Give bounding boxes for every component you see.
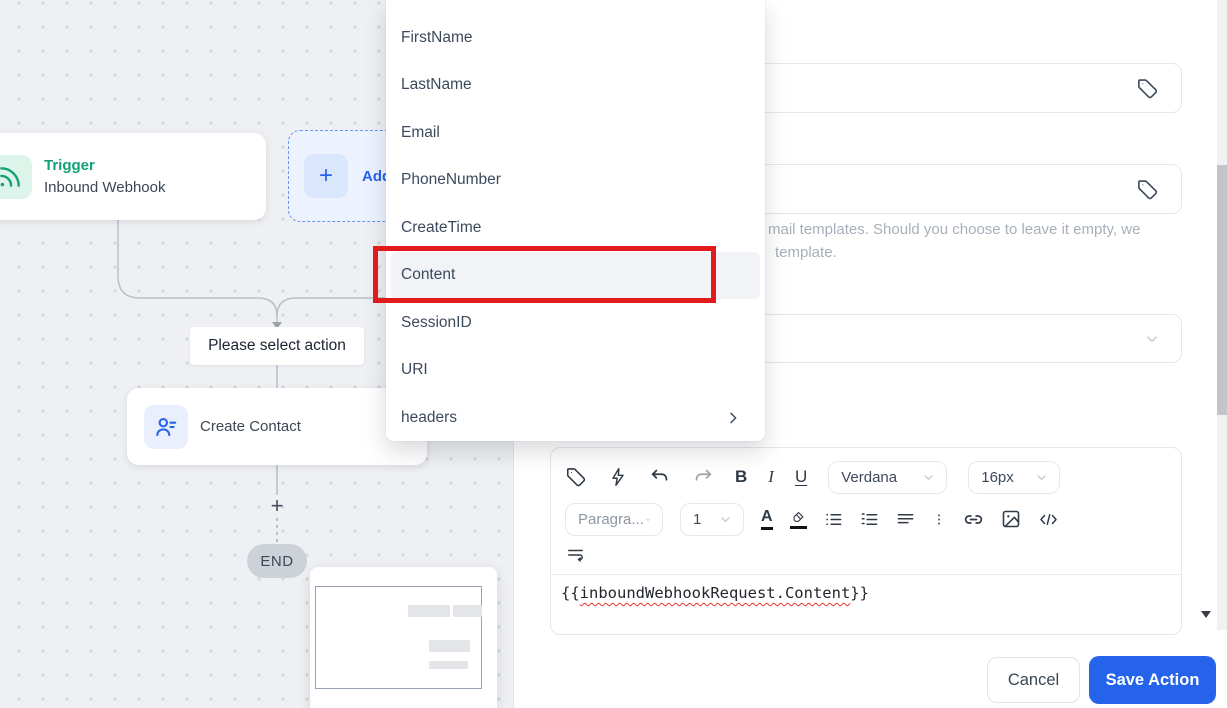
placeholder-bar <box>453 605 482 617</box>
bullet-list-icon[interactable] <box>824 510 843 529</box>
trigger-node[interactable]: Trigger Inbound Webhook <box>0 133 266 220</box>
dropdown-item-firstname[interactable]: FirstName <box>386 14 765 62</box>
link-icon[interactable] <box>963 509 984 530</box>
tag-icon[interactable] <box>1136 77 1159 100</box>
end-label: END <box>260 552 294 570</box>
help-text-line1: mail templates. Should you choose to lea… <box>768 221 1141 238</box>
scrollbar-track[interactable] <box>1217 0 1227 630</box>
redo-icon[interactable] <box>692 466 714 488</box>
lightning-icon[interactable] <box>608 466 628 488</box>
dropdown-item-label: CreateTime <box>401 218 482 236</box>
create-contact-label: Create Contact <box>200 418 301 435</box>
rich-text-editor: B I U Verdana 16px Paragra... 1 A {{inbo… <box>550 447 1182 635</box>
merge-tag-variable: inboundWebhookRequest.Content <box>579 584 851 602</box>
font-size-select[interactable]: 16px <box>968 460 1061 494</box>
create-contact-node[interactable]: Create Contact <box>127 388 427 465</box>
dropdown-item-label: Content <box>401 266 456 284</box>
trigger-text: Trigger Inbound Webhook <box>44 155 166 199</box>
add-step-plus-button[interactable]: + <box>266 493 288 518</box>
line-height-value: 1 <box>693 510 702 528</box>
chevron-down-icon <box>1037 474 1046 480</box>
screen: Trigger Inbound Webhook + Add Please sel… <box>0 0 1227 708</box>
plus-icon: + <box>304 154 348 198</box>
dropdown-item-lastname[interactable]: LastName <box>386 62 765 110</box>
italic-button[interactable]: I <box>768 467 774 487</box>
dropdown-item-phonenumber[interactable]: PhoneNumber <box>386 157 765 205</box>
merge-field-dropdown: FirstName LastName Email PhoneNumber Cre… <box>386 0 765 441</box>
undo-icon[interactable] <box>649 466 671 488</box>
dropdown-item-label: SessionID <box>401 313 472 331</box>
cancel-label: Cancel <box>1007 670 1060 689</box>
chevron-down-icon <box>721 516 730 522</box>
tag-icon[interactable] <box>565 466 587 488</box>
font-size-value: 16px <box>981 468 1014 486</box>
cancel-button[interactable]: Cancel <box>987 657 1080 703</box>
font-family-select[interactable]: Verdana <box>828 460 948 494</box>
highlighter-icon[interactable] <box>789 510 807 529</box>
dropdown-item-label: headers <box>401 408 458 426</box>
tag-icon[interactable] <box>1136 178 1159 201</box>
scrollbar-thumb[interactable] <box>1217 165 1227 415</box>
merge-tag-close: }} <box>850 584 869 602</box>
dropdown-item-sessionid[interactable]: SessionID <box>386 299 765 347</box>
placeholder-bar <box>429 640 470 652</box>
chevron-down-icon <box>924 474 933 480</box>
trigger-title: Trigger <box>44 156 95 174</box>
dropdown-item-uri[interactable]: URI <box>386 347 765 395</box>
line-height-select[interactable]: 1 <box>680 502 744 536</box>
scroll-down-arrow[interactable] <box>1201 611 1211 618</box>
save-action-label: Save Action <box>1105 670 1200 689</box>
template-preview-card <box>310 567 497 708</box>
kebab-dots-icon[interactable] <box>932 510 946 529</box>
text-color-icon[interactable]: A <box>761 508 773 530</box>
dropdown-item-label: PhoneNumber <box>401 171 501 189</box>
paragraph-select[interactable]: Paragra... <box>565 502 663 536</box>
placeholder-bar <box>408 605 450 617</box>
editor-toolbar-row3 <box>551 543 1181 567</box>
select-action-text: Please select action <box>208 337 346 354</box>
chevron-down-icon <box>1143 330 1161 348</box>
underline-button[interactable]: U <box>795 467 807 487</box>
code-icon[interactable] <box>1038 510 1059 529</box>
dropdown-item-headers[interactable]: headers <box>386 394 765 442</box>
webhook-signal-icon <box>0 154 32 199</box>
bold-button[interactable]: B <box>735 467 747 487</box>
dropdown-item-createtime[interactable]: CreateTime <box>386 204 765 252</box>
editor-content[interactable]: {{inboundWebhookRequest.Content}} <box>551 575 1181 602</box>
text-wrap-icon[interactable] <box>565 546 586 564</box>
chevron-down-icon <box>645 517 651 521</box>
trigger-subtitle: Inbound Webhook <box>44 178 166 196</box>
dropdown-item-email[interactable]: Email <box>386 109 765 157</box>
save-action-button[interactable]: Save Action <box>1089 656 1216 704</box>
dropdown-item-content[interactable]: Content <box>391 251 760 299</box>
end-node: END <box>247 544 307 578</box>
contact-person-icon <box>144 404 188 449</box>
dropdown-item-label: Email <box>401 123 440 141</box>
dropdown-item-label: FirstName <box>401 28 473 46</box>
chevron-right-icon <box>730 412 737 424</box>
numbered-list-icon[interactable] <box>860 510 879 529</box>
dropdown-item-label: LastName <box>401 76 472 94</box>
editor-toolbar-row1: B I U Verdana 16px <box>551 460 1181 494</box>
paragraph-value: Paragra... <box>578 510 644 528</box>
select-action-label: Please select action <box>190 327 364 365</box>
help-text-line2: template. <box>775 244 837 261</box>
dropdown-item-label: URI <box>401 361 428 379</box>
merge-tag-open: {{ <box>561 584 580 602</box>
align-icon[interactable] <box>896 510 915 529</box>
editor-toolbar-row2: Paragra... 1 A <box>551 502 1181 536</box>
placeholder-bar <box>429 661 468 669</box>
image-icon[interactable] <box>1001 509 1021 529</box>
template-preview-frame <box>315 586 482 689</box>
font-family-value: Verdana <box>841 468 898 486</box>
